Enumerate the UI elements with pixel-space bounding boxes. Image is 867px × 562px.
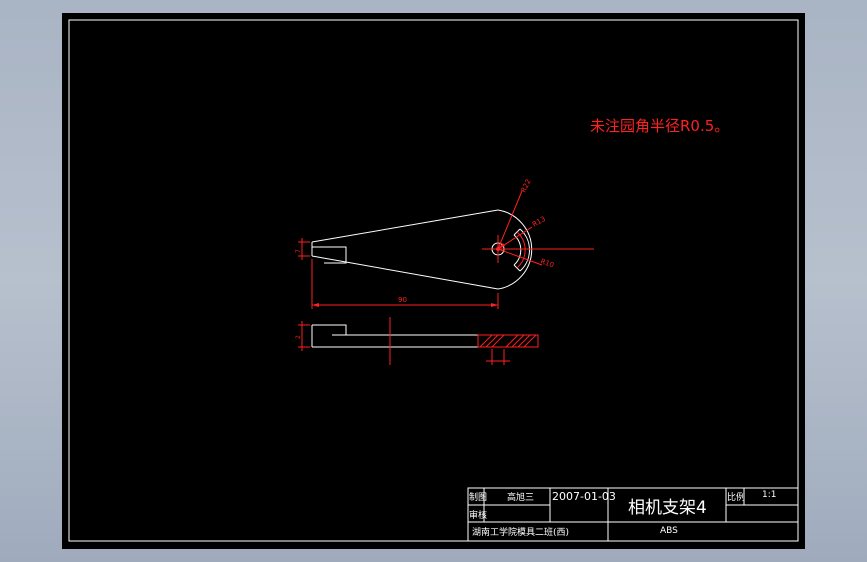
radius-leader-3 [497,248,543,266]
length-arrow-right [491,303,498,307]
top-view [298,190,594,309]
front-view [298,317,539,365]
radius-dim-text-1: R22 [520,178,533,194]
school-name: 湖南工学院模具二班(西) [472,528,570,538]
drawing-sheet: 90 R22 R13 R10 7 2 未注园角半径R0.5。 制图 高旭三 20… [62,13,805,549]
material: ABS [660,526,678,536]
length-dim-text: 90 [398,296,407,304]
length-arrow-left [312,303,319,307]
drawing-frame [68,19,799,542]
arc-slot-inner [513,234,522,266]
side-step [312,324,347,336]
hatch-lines [479,334,537,348]
radius-dim-text-2: R13 [531,215,547,229]
center-mark [496,247,500,251]
arm-bottom-edge [311,255,499,290]
drawn-name: 高旭三 [507,493,535,503]
check-label: 审核 [469,511,488,521]
thick-dim-text: 2 [295,335,302,339]
drawn-label: 制图 [469,493,488,503]
drawing-date: 2007-01-03 [552,490,616,503]
part-name: 相机支架4 [628,498,707,518]
radius-dim-text-3: R10 [539,257,555,269]
arm-top-edge [311,209,499,243]
scale-label: 比例 [727,493,746,503]
scale-value: 1:1 [762,490,777,500]
cad-drawing: 90 R22 R13 R10 7 2 [68,19,799,542]
left-slot [312,246,347,264]
height-dim-text: 7 [295,249,302,253]
drawing-note: 未注园角半径R0.5。 [590,117,730,135]
